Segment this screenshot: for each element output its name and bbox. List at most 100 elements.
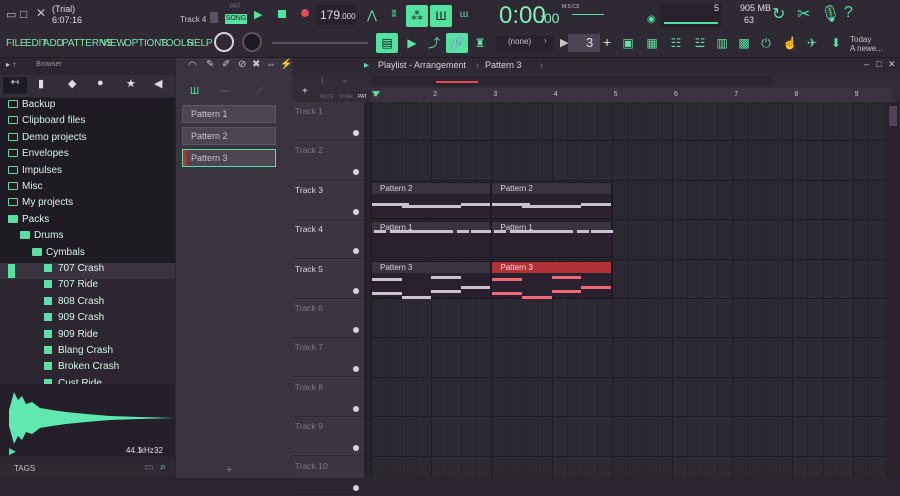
browser-globe-icon[interactable]: ● xyxy=(97,77,104,89)
timeline-ruler[interactable] xyxy=(371,88,892,102)
browser-project-icon[interactable]: ▮ xyxy=(38,77,44,90)
metronome-icon[interactable]: ⋀ xyxy=(362,6,382,24)
master-volume-knob[interactable] xyxy=(214,32,234,52)
track-mute-dot[interactable] xyxy=(353,208,359,215)
mixer-icon[interactable]: ☷ xyxy=(666,34,686,52)
loop-record-icon[interactable]: ɯ xyxy=(454,6,474,24)
browser-sound-item[interactable]: 909 Crash xyxy=(0,312,175,328)
play-note-icon[interactable]: ▶ xyxy=(402,34,422,52)
track-header[interactable]: Track 2 xyxy=(292,141,364,181)
browser-sound-item[interactable]: 808 Crash xyxy=(0,296,175,312)
stop-icon[interactable] xyxy=(278,10,286,18)
mic-icon[interactable]: 🎙 xyxy=(820,4,840,24)
preview-play-icon[interactable]: ▶ xyxy=(9,446,16,457)
track-mute-dot[interactable] xyxy=(353,130,359,136)
pattern-selector[interactable]: (none) › xyxy=(496,36,554,50)
playlist-clip[interactable]: Pattern 1 xyxy=(491,221,613,259)
close-panel-icon[interactable]: ✕ xyxy=(888,59,896,70)
playlist-clip[interactable]: Pattern 1 xyxy=(371,221,493,259)
search-icon[interactable]: ⌕ xyxy=(160,461,166,474)
mixer-alt-icon[interactable]: ☳ xyxy=(690,34,710,52)
step-edit-icon[interactable]: Ш xyxy=(430,5,452,27)
time-display[interactable]: 0:00 xyxy=(499,2,546,30)
scroll-overview[interactable] xyxy=(372,76,772,86)
track-splitter[interactable] xyxy=(364,102,371,478)
browser-sound-item[interactable]: Broken Crash xyxy=(0,361,175,377)
playlist-button-icon[interactable]: ▤ xyxy=(376,33,398,53)
refresh-icon[interactable]: ↻ xyxy=(772,4,785,24)
slide-icon[interactable]: ⤴ xyxy=(424,34,444,52)
snap-icon[interactable]: ◠ xyxy=(188,60,197,71)
browser-folder-item[interactable]: Envelopes xyxy=(0,148,175,164)
plugin-icon[interactable]: ⏻ xyxy=(756,34,776,52)
track-mute-dot[interactable] xyxy=(353,248,359,255)
track-header[interactable]: Track 7 xyxy=(292,338,364,378)
mute-icon[interactable]: ✖ xyxy=(252,59,260,70)
delete-icon[interactable]: ⊘ xyxy=(238,59,246,70)
track-mute-dot[interactable] xyxy=(353,327,359,333)
share-icon[interactable]: ⬇ xyxy=(826,34,846,52)
track-header[interactable]: Track 8 xyxy=(292,378,364,417)
countdown-icon[interactable]: ⁂ xyxy=(406,5,428,27)
track-mute-dot[interactable] xyxy=(353,445,359,452)
record-icon[interactable] xyxy=(301,9,309,17)
slip-icon[interactable]: ⇔ xyxy=(266,59,276,70)
tempo-display[interactable]: 179 .000 xyxy=(316,5,356,25)
browser-folder-item[interactable]: Misc xyxy=(0,181,175,197)
picker-pattern-3[interactable]: Pattern 3 xyxy=(182,149,276,167)
playlist-arrow-icon[interactable]: ▸ xyxy=(364,60,369,71)
browser-folder-item[interactable]: Backup xyxy=(0,99,175,115)
playlist-clip[interactable]: Pattern 3 xyxy=(491,260,612,299)
browser-all-icon[interactable]: ↤ xyxy=(3,77,27,94)
window-restore-icon[interactable]: ▭ xyxy=(6,8,16,21)
minimize-icon[interactable]: – xyxy=(864,59,869,69)
browser-plugin-icon[interactable]: ◆ xyxy=(68,77,76,90)
add-icon[interactable]: + xyxy=(603,34,611,50)
menu-file[interactable]: FILE xyxy=(6,38,27,49)
picker-pattern-1[interactable]: Pattern 1 xyxy=(182,105,276,123)
pat-label[interactable]: PAT xyxy=(230,4,241,10)
vertical-scrollbar[interactable] xyxy=(886,102,900,478)
playlist-clip[interactable]: Pattern 3 xyxy=(371,260,492,299)
menu-view[interactable]: VIEW xyxy=(101,38,126,49)
browser-folder-item[interactable]: Impulses xyxy=(0,165,175,181)
browser-folder-item[interactable]: Demo projects xyxy=(0,132,175,148)
song-mode-button[interactable]: SONG xyxy=(225,14,247,24)
share-icon-small[interactable]: ⌁ xyxy=(342,76,347,87)
add-pattern-icon[interactable]: + xyxy=(226,464,232,476)
browser-star-icon[interactable]: ★ xyxy=(126,77,136,90)
help-icon[interactable]: ? xyxy=(844,4,853,22)
scroll-thumb[interactable] xyxy=(889,106,897,126)
browser-sound-item[interactable]: 707 Ride xyxy=(0,279,175,295)
browser-icon[interactable]: ▥ xyxy=(712,34,732,52)
browser-pin-icon[interactable]: ▸ ↑ xyxy=(6,60,16,69)
cut-icon[interactable]: ✂ xyxy=(797,4,810,24)
tool-share[interactable]: SHAR xyxy=(339,94,353,100)
keyboard-icon[interactable]: ✈ xyxy=(802,34,822,52)
menu-add[interactable]: ADD xyxy=(43,38,64,49)
tool-pat[interactable]: PAT xyxy=(358,94,367,100)
channel-rack-icon[interactable]: ▣ xyxy=(618,34,638,52)
browser-sound-item[interactable]: 909 Ride xyxy=(0,329,175,345)
track-header[interactable]: Track 5 xyxy=(292,260,364,299)
hat-icon[interactable]: ♜ xyxy=(470,34,490,52)
pattern-clips-icon[interactable]: Ш xyxy=(190,86,199,97)
browser-folder-item[interactable]: Drums xyxy=(0,230,175,246)
track-mute-dot[interactable] xyxy=(353,287,359,294)
step-display[interactable]: 3 xyxy=(568,34,600,52)
browser-folder-item[interactable]: My projects xyxy=(0,197,175,213)
link-icon[interactable]: 🔗 xyxy=(446,33,468,53)
track-header[interactable]: Track 4 xyxy=(292,220,364,260)
browser-folder-item[interactable]: Cymbals xyxy=(0,247,175,263)
master-pitch-knob[interactable] xyxy=(242,32,262,52)
wait-input-icon[interactable]: ʬ xyxy=(384,6,404,24)
track-header[interactable]: Track 3 xyxy=(292,181,364,220)
browser-speaker-icon[interactable]: ◀ xyxy=(154,77,162,90)
track-header[interactable]: Track 6 xyxy=(292,299,364,338)
browser-sound-item[interactable]: Blang Crash xyxy=(0,345,175,361)
playlist-clip[interactable]: Pattern 2 xyxy=(371,181,492,219)
track-header[interactable]: Track 10 xyxy=(292,457,364,496)
browser-folder-item[interactable]: Clipboard files xyxy=(0,115,175,131)
maximize-icon[interactable]: □ xyxy=(876,59,881,69)
track-mute-dot[interactable] xyxy=(353,366,359,373)
